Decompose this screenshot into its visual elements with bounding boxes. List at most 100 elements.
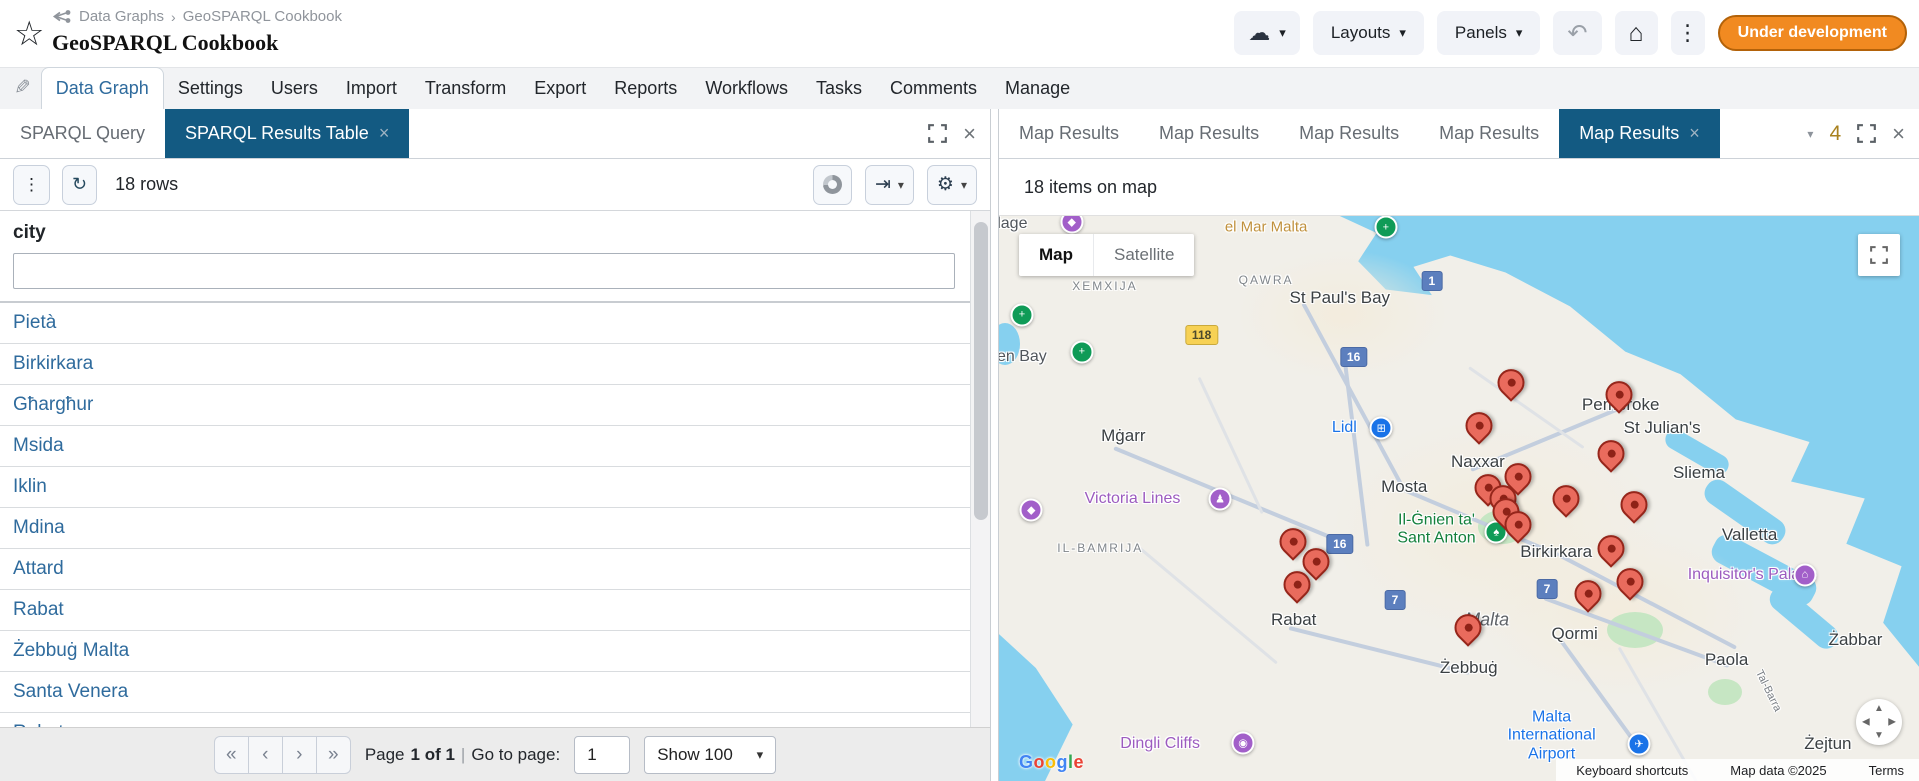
map-marker[interactable]: [1605, 382, 1632, 409]
map-marker[interactable]: [1597, 535, 1624, 562]
google-logo[interactable]: Google: [1019, 752, 1084, 773]
map-marker[interactable]: [1616, 568, 1643, 595]
results-table: city PietàBirkirkaraGħargħurMsidaIklinMd…: [0, 211, 990, 727]
panels-button[interactable]: Panels ▾: [1437, 11, 1541, 55]
panel-tab[interactable]: SPARQL Query: [0, 109, 165, 158]
nav-tab[interactable]: Export: [520, 67, 600, 109]
panel-tab[interactable]: Map Results ×: [1559, 109, 1720, 158]
first-page-button[interactable]: «: [214, 736, 249, 774]
nav-tab[interactable]: Workflows: [691, 67, 802, 109]
pan-right-icon[interactable]: ▶: [1888, 717, 1896, 728]
table-row[interactable]: Iklin: [0, 467, 990, 508]
map-marker[interactable]: [1553, 486, 1580, 513]
layouts-button[interactable]: Layouts ▾: [1313, 11, 1424, 55]
poi-icon[interactable]: ⌂: [1793, 563, 1816, 586]
poi-icon[interactable]: ♟: [1209, 487, 1232, 510]
poi-icon[interactable]: +: [1011, 303, 1034, 326]
nav-tab[interactable]: Manage: [991, 67, 1084, 109]
settings-button[interactable]: ⚙ ▾: [927, 165, 977, 205]
map-marker[interactable]: [1598, 440, 1625, 467]
map-marker[interactable]: [1620, 491, 1647, 518]
prev-page-button[interactable]: ‹: [248, 736, 283, 774]
panel-tab[interactable]: Map Results: [1279, 109, 1419, 158]
next-page-button[interactable]: ›: [282, 736, 317, 774]
pan-down-icon[interactable]: ▼: [1874, 730, 1884, 741]
goto-page-input[interactable]: [574, 736, 630, 774]
poi-icon[interactable]: +: [1070, 340, 1093, 363]
more-menu-button[interactable]: ⋮: [1671, 11, 1705, 55]
nav-tab[interactable]: Transform: [411, 67, 520, 109]
table-row[interactable]: Żebbuġ Malta: [0, 631, 990, 672]
close-panel-icon[interactable]: ×: [1892, 123, 1905, 145]
map-marker[interactable]: [1454, 614, 1481, 641]
close-panel-icon[interactable]: ×: [963, 123, 976, 145]
poi-icon[interactable]: ✈: [1628, 733, 1651, 756]
nav-tab[interactable]: Users: [257, 67, 332, 109]
page-size-select[interactable]: Show 100 ▾: [644, 736, 776, 774]
map-fullscreen-button[interactable]: [1858, 234, 1900, 276]
refresh-button[interactable]: ↻: [62, 165, 97, 205]
table-row[interactable]: Msida: [0, 426, 990, 467]
map-marker[interactable]: [1504, 463, 1531, 490]
map-pan-control[interactable]: ▲ ▼ ◀ ▶: [1856, 699, 1902, 745]
table-row[interactable]: Rabat: [0, 590, 990, 631]
breadcrumb-section[interactable]: Data Graphs: [79, 8, 164, 25]
export-button[interactable]: ⇥ ▾: [865, 165, 914, 205]
table-row[interactable]: Santa Venera: [0, 672, 990, 713]
nav-tab[interactable]: Settings: [164, 67, 257, 109]
undo-button[interactable]: ↶: [1553, 11, 1601, 55]
terms-link[interactable]: Terms: [1869, 763, 1904, 778]
breadcrumb-separator: ›: [171, 9, 176, 25]
last-page-button[interactable]: »: [316, 736, 351, 774]
scrollbar-thumb[interactable]: [974, 222, 988, 520]
panel-tab[interactable]: SPARQL Results Table ×: [165, 109, 409, 158]
map-marker[interactable]: [1498, 369, 1525, 396]
satellite-view-button[interactable]: Satellite: [1093, 234, 1194, 276]
table-row[interactable]: Mdina: [0, 508, 990, 549]
pan-up-icon[interactable]: ▲: [1874, 703, 1884, 714]
goto-page-label: Go to page:: [471, 745, 560, 765]
collapse-tabs-icon[interactable]: ▾: [1807, 127, 1813, 141]
keyboard-shortcuts-link[interactable]: Keyboard shortcuts: [1576, 763, 1688, 778]
table-options-button[interactable]: ⋮: [13, 165, 50, 205]
map-marker[interactable]: [1284, 571, 1311, 598]
map-view-button[interactable]: Map: [1019, 234, 1093, 276]
poi-icon[interactable]: ◉: [1232, 731, 1255, 754]
nav-tab[interactable]: Comments: [876, 67, 991, 109]
panel-tab[interactable]: Map Results: [999, 109, 1139, 158]
column-header-city[interactable]: city: [13, 222, 977, 244]
nav-tab[interactable]: Import: [332, 67, 411, 109]
table-row[interactable]: Attard: [0, 549, 990, 590]
pan-left-icon[interactable]: ◀: [1862, 717, 1870, 728]
chart-view-button[interactable]: [813, 165, 852, 205]
table-row[interactable]: Għargħur: [0, 385, 990, 426]
poi-icon[interactable]: ⊞: [1370, 416, 1393, 439]
breadcrumb-page[interactable]: GeoSPARQL Cookbook: [183, 8, 342, 25]
expand-panel-icon[interactable]: [928, 124, 947, 143]
home-button[interactable]: ⌂: [1615, 11, 1658, 55]
cloud-menu-button[interactable]: ☁ ▾: [1234, 11, 1300, 55]
edit-pencil-icon[interactable]: ✎: [14, 75, 31, 100]
close-tab-icon[interactable]: ×: [379, 123, 390, 144]
panel-tab[interactable]: Map Results: [1139, 109, 1279, 158]
city-filter-input[interactable]: [13, 253, 955, 289]
nav-tab[interactable]: Reports: [600, 67, 691, 109]
map-marker[interactable]: [1504, 511, 1531, 538]
google-map[interactable]: Villageel Mar MaltaQAWRAXEMXIJASt Paul's…: [999, 215, 1919, 781]
close-tab-icon[interactable]: ×: [1689, 123, 1700, 144]
table-row[interactable]: Birkirkara: [0, 344, 990, 385]
nav-tab[interactable]: Tasks: [802, 67, 876, 109]
pie-chart-icon: [823, 175, 842, 194]
poi-icon[interactable]: ◆: [1020, 498, 1043, 521]
poi-icon[interactable]: ◆: [1060, 215, 1083, 233]
table-row[interactable]: Rabat: [0, 713, 990, 727]
favorite-star-icon[interactable]: ☆: [14, 17, 44, 51]
map-marker[interactable]: [1574, 580, 1601, 607]
table-row[interactable]: Pietà: [0, 303, 990, 344]
expand-panel-icon[interactable]: [1857, 124, 1876, 143]
nav-tab[interactable]: Data Graph: [41, 67, 164, 109]
map-label: St Julian's: [1624, 418, 1701, 438]
panel-tab[interactable]: Map Results: [1419, 109, 1559, 158]
map-marker[interactable]: [1465, 412, 1492, 439]
poi-icon[interactable]: +: [1374, 216, 1397, 239]
